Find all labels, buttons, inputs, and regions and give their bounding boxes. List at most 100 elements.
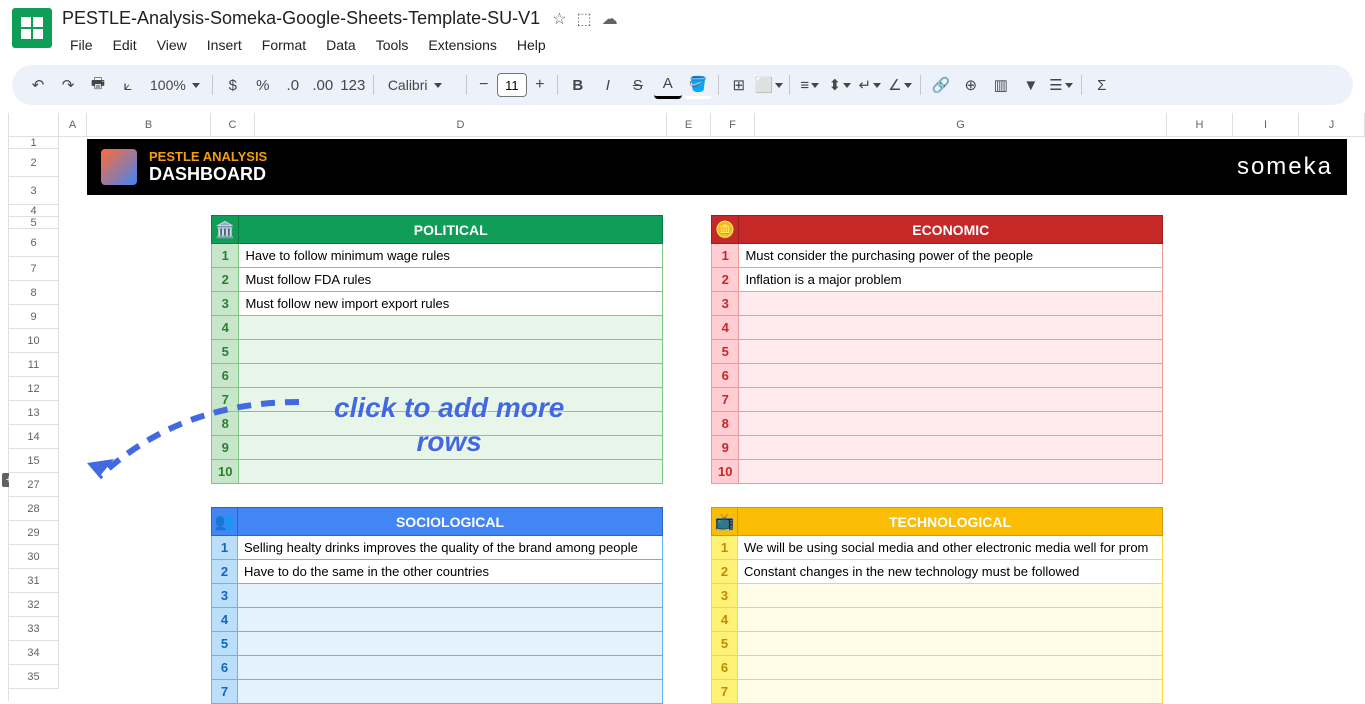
- row-text[interactable]: [739, 316, 1163, 340]
- star-icon[interactable]: ☆: [552, 9, 566, 29]
- row-header-5[interactable]: 5: [9, 217, 59, 229]
- menu-format[interactable]: Format: [254, 33, 314, 57]
- decrease-font-button[interactable]: −: [473, 73, 495, 97]
- filter-views-button[interactable]: ☰: [1047, 71, 1075, 99]
- row-header-27[interactable]: 27: [9, 473, 59, 497]
- row-text[interactable]: Must follow FDA rules: [239, 268, 663, 292]
- print-button[interactable]: 🖶: [84, 71, 112, 99]
- wrap-button[interactable]: ↵: [856, 71, 884, 99]
- row-text[interactable]: [238, 656, 663, 680]
- menu-tools[interactable]: Tools: [368, 33, 417, 57]
- table-row[interactable]: 2Have to do the same in the other countr…: [212, 560, 663, 584]
- borders-button[interactable]: ⊞: [725, 71, 753, 99]
- menu-file[interactable]: File: [62, 33, 101, 57]
- row-text[interactable]: Must follow new import export rules: [239, 292, 663, 316]
- row-text[interactable]: [739, 292, 1163, 316]
- row-header-14[interactable]: 14: [9, 425, 59, 449]
- row-header-15[interactable]: 15: [9, 449, 59, 473]
- rotate-button[interactable]: ∠: [886, 71, 914, 99]
- row-header-7[interactable]: 7: [9, 257, 59, 281]
- row-header-33[interactable]: 33: [9, 617, 59, 641]
- table-row[interactable]: 6: [212, 656, 663, 680]
- strikethrough-button[interactable]: S: [624, 71, 652, 99]
- economic-table[interactable]: 🪙ECONOMIC1Must consider the purchasing p…: [711, 215, 1163, 484]
- menu-help[interactable]: Help: [509, 33, 554, 57]
- table-row[interactable]: 5: [212, 632, 663, 656]
- row-header-34[interactable]: 34: [9, 641, 59, 665]
- comment-button[interactable]: ⊕: [957, 71, 985, 99]
- row-header-6[interactable]: 6: [9, 229, 59, 257]
- menu-insert[interactable]: Insert: [199, 33, 250, 57]
- row-text[interactable]: Must consider the purchasing power of th…: [739, 244, 1163, 268]
- row-text[interactable]: [738, 608, 1163, 632]
- technological-table[interactable]: 📺TECHNOLOGICAL1We will be using social m…: [711, 507, 1163, 704]
- row-text[interactable]: Inflation is a major problem: [739, 268, 1163, 292]
- row-header-4[interactable]: 4: [9, 205, 59, 217]
- col-header-I[interactable]: I: [1233, 113, 1299, 137]
- increase-decimal-button[interactable]: .00: [309, 71, 337, 99]
- table-row[interactable]: 3: [712, 292, 1163, 316]
- row-text[interactable]: Selling healty drinks improves the quali…: [238, 536, 663, 560]
- paint-format-button[interactable]: ⟀: [114, 71, 142, 99]
- row-header-13[interactable]: 13: [9, 401, 59, 425]
- italic-button[interactable]: I: [594, 71, 622, 99]
- row-header-10[interactable]: 10: [9, 329, 59, 353]
- table-row[interactable]: 6: [212, 364, 663, 388]
- menu-data[interactable]: Data: [318, 33, 364, 57]
- row-text[interactable]: [738, 632, 1163, 656]
- row-text[interactable]: Constant changes in the new technology m…: [738, 560, 1163, 584]
- table-row[interactable]: 5: [712, 632, 1163, 656]
- table-row[interactable]: 1We will be using social media and other…: [712, 536, 1163, 560]
- font-select[interactable]: Calibri: [380, 77, 460, 93]
- col-header-E[interactable]: E: [667, 113, 711, 137]
- table-row[interactable]: 4: [212, 316, 663, 340]
- row-text[interactable]: Have to follow minimum wage rules: [239, 244, 663, 268]
- table-row[interactable]: 7: [212, 388, 663, 412]
- row-text[interactable]: [739, 460, 1163, 484]
- decrease-decimal-button[interactable]: .0: [279, 71, 307, 99]
- table-row[interactable]: 5: [712, 340, 1163, 364]
- bold-button[interactable]: B: [564, 71, 592, 99]
- table-row[interactable]: 1Have to follow minimum wage rules: [212, 244, 663, 268]
- row-text[interactable]: [739, 436, 1163, 460]
- link-button[interactable]: 🔗: [927, 71, 955, 99]
- row-header-29[interactable]: 29: [9, 521, 59, 545]
- menu-extensions[interactable]: Extensions: [420, 33, 504, 57]
- row-text[interactable]: [238, 608, 663, 632]
- v-align-button[interactable]: ⬍: [826, 71, 854, 99]
- table-row[interactable]: 2Must follow FDA rules: [212, 268, 663, 292]
- row-text[interactable]: We will be using social media and other …: [738, 536, 1163, 560]
- row-text[interactable]: Have to do the same in the other countri…: [238, 560, 663, 584]
- col-header-D[interactable]: D: [255, 113, 667, 137]
- currency-button[interactable]: $: [219, 71, 247, 99]
- row-text[interactable]: [239, 364, 663, 388]
- col-header-H[interactable]: H: [1167, 113, 1233, 137]
- cloud-icon[interactable]: ☁: [602, 9, 618, 29]
- fill-color-button[interactable]: 🪣: [684, 71, 712, 99]
- row-header-8[interactable]: 8: [9, 281, 59, 305]
- row-text[interactable]: [239, 436, 663, 460]
- table-row[interactable]: 8: [712, 412, 1163, 436]
- row-text[interactable]: [738, 656, 1163, 680]
- political-table[interactable]: 🏛️POLITICAL1Have to follow minimum wage …: [211, 215, 663, 484]
- table-row[interactable]: 9: [212, 436, 663, 460]
- text-color-button[interactable]: A: [654, 71, 682, 99]
- more-formats-button[interactable]: 123: [339, 71, 367, 99]
- table-row[interactable]: 6: [712, 364, 1163, 388]
- row-text[interactable]: [739, 388, 1163, 412]
- document-title[interactable]: PESTLE-Analysis-Someka-Google-Sheets-Tem…: [62, 8, 540, 29]
- table-row[interactable]: 2Inflation is a major problem: [712, 268, 1163, 292]
- menu-view[interactable]: View: [149, 33, 195, 57]
- row-header-30[interactable]: 30: [9, 545, 59, 569]
- row-header-11[interactable]: 11: [9, 353, 59, 377]
- table-row[interactable]: 7: [712, 388, 1163, 412]
- row-header-2[interactable]: 2: [9, 149, 59, 177]
- table-row[interactable]: 8: [212, 412, 663, 436]
- row-text[interactable]: [739, 412, 1163, 436]
- sheets-logo[interactable]: [12, 8, 52, 48]
- col-header-F[interactable]: F: [711, 113, 755, 137]
- select-all-corner[interactable]: [9, 113, 59, 137]
- increase-font-button[interactable]: +: [529, 73, 551, 97]
- table-row[interactable]: 10: [212, 460, 663, 484]
- row-header-31[interactable]: 31: [9, 569, 59, 593]
